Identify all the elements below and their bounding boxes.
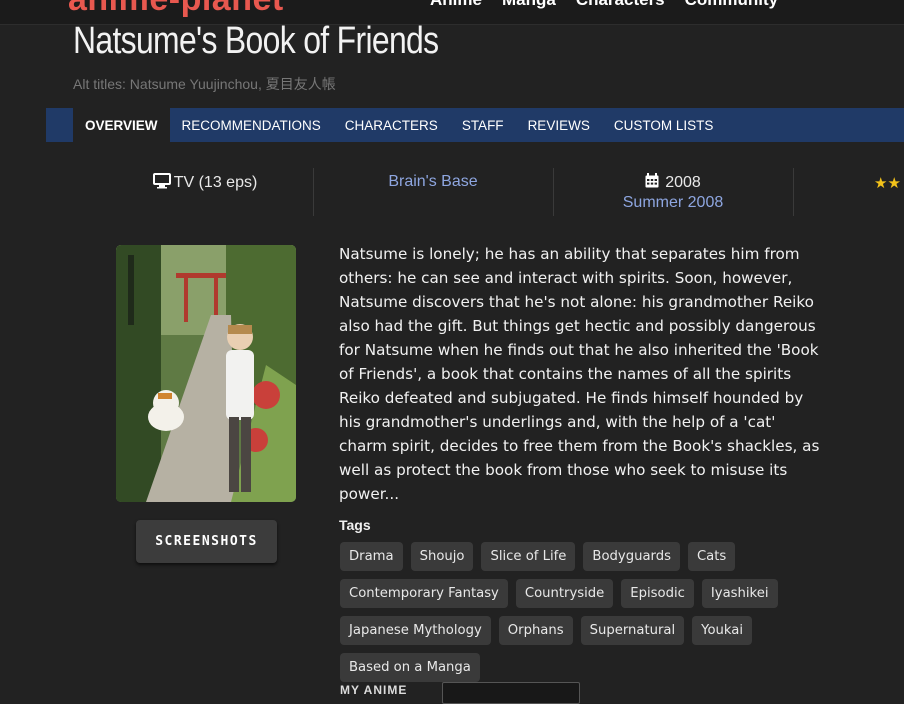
tag[interactable]: Bodyguards: [583, 542, 680, 571]
tag[interactable]: Contemporary Fantasy: [340, 579, 508, 608]
tag[interactable]: Youkai: [692, 616, 753, 645]
tag[interactable]: Japanese Mythology: [340, 616, 491, 645]
calendar-icon: [645, 173, 659, 188]
nav-community[interactable]: Community: [685, 0, 779, 10]
tags-heading: Tags: [339, 517, 371, 533]
tag[interactable]: Orphans: [498, 616, 573, 645]
tag-list: Drama Shoujo Slice of Life Bodyguards Ca…: [340, 542, 780, 682]
tab-recommendations[interactable]: RECOMMENDATIONS: [170, 108, 333, 142]
tag[interactable]: Slice of Life: [481, 542, 576, 571]
studio-link[interactable]: Brain's Base: [330, 173, 536, 221]
tab-custom-lists[interactable]: CUSTOM LISTS: [602, 108, 726, 142]
nav-anime[interactable]: Anime: [430, 0, 482, 10]
tag[interactable]: Supernatural: [580, 616, 685, 645]
tag[interactable]: Iyashikei: [701, 579, 778, 608]
tab-overview[interactable]: OVERVIEW: [73, 108, 170, 142]
type-text: TV (13 eps): [173, 174, 258, 191]
nav-manga[interactable]: Manga: [502, 0, 556, 10]
tag[interactable]: Based on a Manga: [340, 653, 480, 682]
tv-icon: [152, 173, 171, 189]
tab-characters[interactable]: CHARACTERS: [333, 108, 450, 142]
nav-characters[interactable]: Characters: [576, 0, 665, 10]
tag[interactable]: Shoujo: [410, 542, 474, 571]
anime-cover-image[interactable]: [116, 245, 296, 502]
cover-illustration: [116, 245, 296, 502]
tag[interactable]: Episodic: [621, 579, 694, 608]
year-text: 2008: [665, 174, 701, 191]
main-nav: Anime Manga Characters Community: [430, 0, 778, 10]
info-bar: TV (13 eps) Brain's Base 2008 Summer 200…: [0, 168, 904, 218]
my-anime-status-select[interactable]: [442, 682, 580, 704]
section-tabs: OVERVIEW RECOMMENDATIONS CHARACTERS STAF…: [46, 108, 904, 142]
synopsis: Natsume is lonely; he has an ability tha…: [339, 245, 820, 503]
type-info: TV (13 eps): [100, 173, 310, 221]
divider: [553, 168, 554, 216]
page-title: Natsume's Book of Friends: [73, 20, 439, 62]
tag[interactable]: Cats: [687, 542, 736, 571]
tag[interactable]: Countryside: [515, 579, 614, 608]
rating-stars: ★★: [874, 174, 901, 192]
alt-titles: Alt titles: Natsume Yuujinchou, 夏目友人帳: [73, 76, 336, 92]
divider: [793, 168, 794, 216]
tag[interactable]: Drama: [340, 542, 403, 571]
year-info: 2008 Summer 2008: [570, 173, 776, 221]
season-link[interactable]: Summer 2008: [570, 193, 776, 213]
divider: [313, 168, 314, 216]
tab-staff[interactable]: STAFF: [450, 108, 516, 142]
screenshots-button[interactable]: SCREENSHOTS: [136, 520, 277, 563]
site-logo[interactable]: anime-planet: [68, 0, 284, 19]
tabs-spacer: [46, 108, 73, 142]
tab-reviews[interactable]: REVIEWS: [516, 108, 602, 142]
my-anime-label: MY ANIME: [340, 683, 408, 697]
